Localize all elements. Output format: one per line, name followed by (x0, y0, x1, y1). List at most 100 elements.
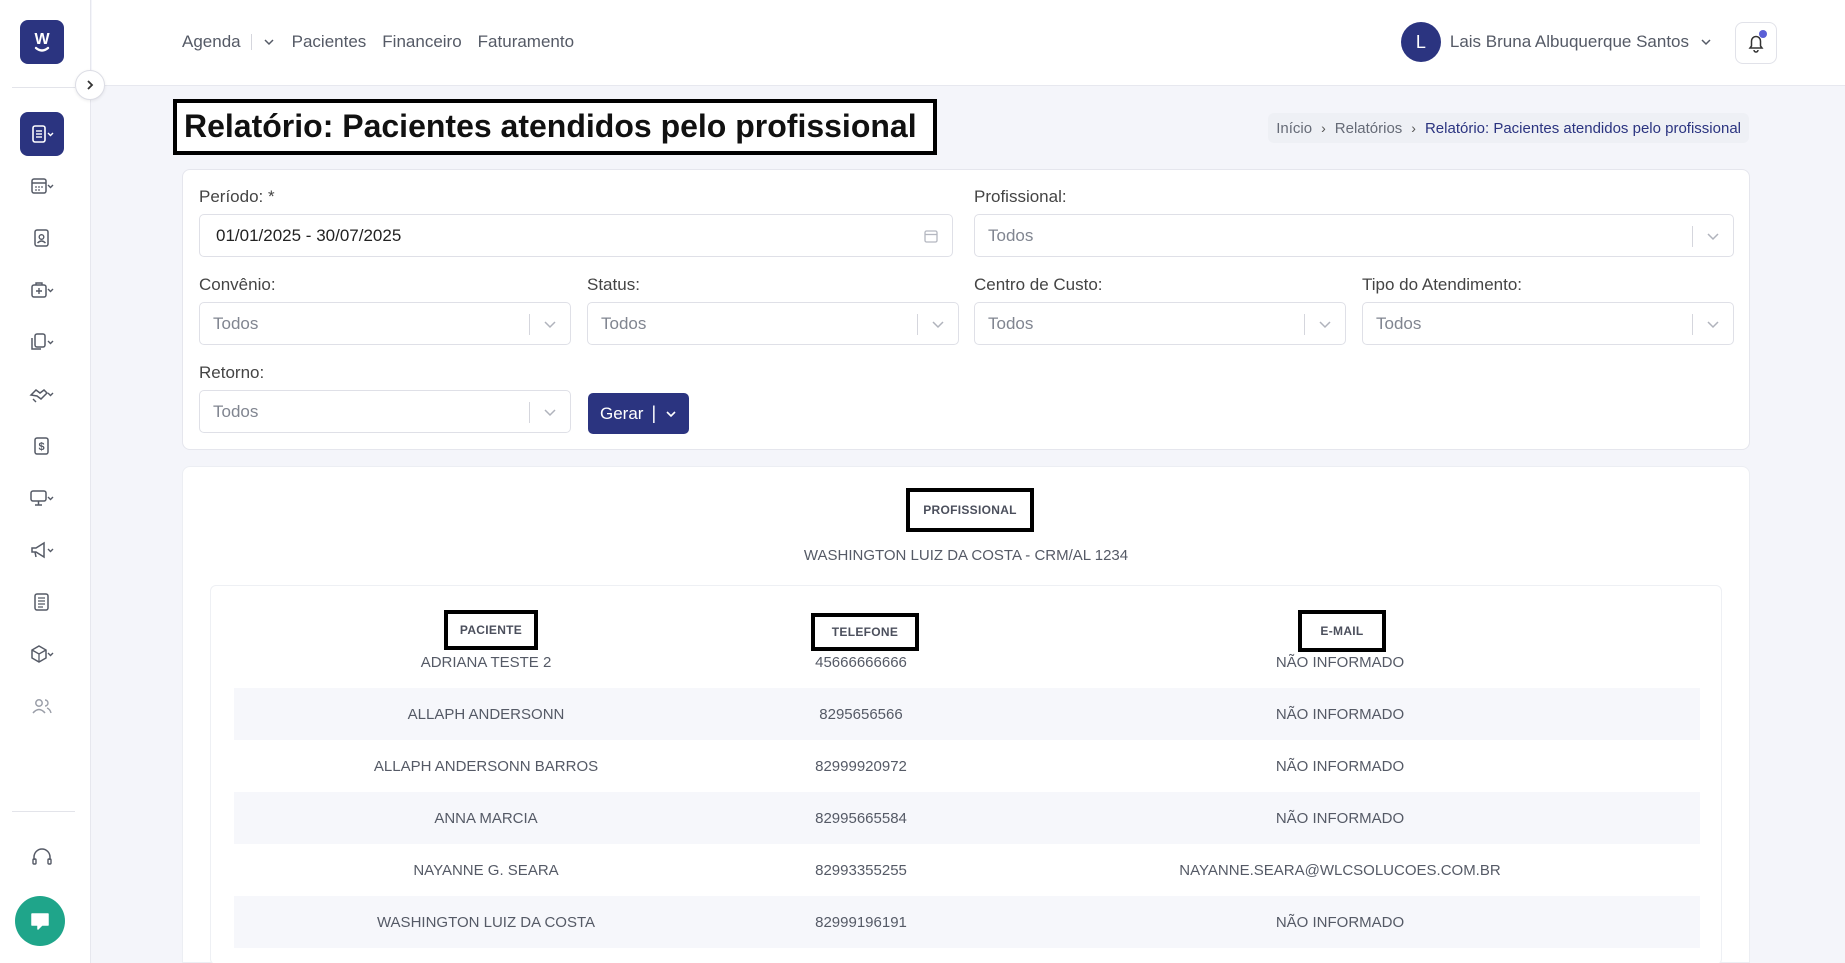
centro-custo-label: Centro de Custo: (974, 275, 1103, 294)
sidebar-toggle-button[interactable] (75, 70, 105, 100)
select-divider (917, 314, 918, 335)
sidebar: W $ (0, 0, 91, 963)
convenio-select[interactable]: Todos (199, 302, 571, 345)
select-divider (1692, 226, 1693, 247)
nav-divider (250, 34, 252, 50)
sidebar-item-calendar[interactable] (20, 164, 64, 208)
cell-email: NÃO INFORMADO (1275, 705, 1405, 723)
sidebar-item-inventory[interactable] (20, 632, 64, 676)
cell-telefone: 82999196191 (815, 913, 907, 931)
button-separator: | (651, 403, 657, 423)
convenio-label: Convênio: (199, 275, 276, 294)
select-divider (529, 402, 530, 423)
chevron-down-icon (932, 321, 944, 329)
report-icon (32, 125, 54, 143)
sidebar-item-marketing[interactable] (20, 528, 64, 572)
filter-card: Período: * 01/01/2025 - 30/07/2025 Profi… (182, 169, 1750, 450)
medical-bag-icon (31, 282, 54, 298)
breadcrumb-current: Relatório: Pacientes atendidos pelo prof… (1424, 119, 1741, 137)
chevron-down-icon[interactable] (262, 35, 276, 49)
documents-icon (31, 333, 54, 350)
breadcrumb-home[interactable]: Início (1276, 120, 1312, 137)
retorno-value: Todos (213, 401, 259, 421)
monitor-icon (30, 490, 54, 506)
chat-bubble-icon (31, 913, 49, 930)
chevron-down-icon (544, 409, 556, 417)
sidebar-item-clinic[interactable] (20, 268, 64, 312)
chat-button[interactable] (15, 896, 65, 946)
chevron-down-icon[interactable] (664, 407, 678, 421)
chevron-down-icon (1319, 321, 1331, 329)
svg-text:W: W (34, 31, 50, 48)
profissional-value: Todos (988, 225, 1034, 245)
headset-icon (32, 848, 52, 865)
cell-email: NÃO INFORMADO (1275, 653, 1405, 671)
periodo-date-range-input[interactable]: 01/01/2025 - 30/07/2025 (199, 214, 953, 257)
tipo-atendimento-select[interactable]: Todos (1362, 302, 1734, 345)
dollar-icon: $ (34, 437, 49, 455)
sidebar-item-finance[interactable]: $ (20, 424, 64, 468)
chevron-down-icon (1707, 321, 1719, 329)
retorno-select[interactable]: Todos (199, 390, 571, 433)
cell-telefone: 8295656566 (819, 705, 903, 723)
sidebar-item-agreements[interactable] (20, 372, 64, 416)
table-row: NAYANNE G. SEARA 82993355255 NAYANNE.SEA… (234, 844, 1700, 896)
user-menu[interactable]: L Lais Bruna Albuquerque Santos (1400, 22, 1713, 62)
status-label: Status: (587, 275, 640, 294)
generate-button[interactable]: Gerar | (588, 393, 689, 434)
nav-faturamento[interactable]: Faturamento (478, 32, 574, 52)
breadcrumb: Início › Relatórios › Relatório: Pacient… (1268, 113, 1749, 143)
sidebar-item-news[interactable] (20, 580, 64, 624)
cell-telefone: 82999920972 (815, 757, 907, 775)
sidebar-item-monitor[interactable] (20, 476, 64, 520)
avatar: L (1400, 22, 1441, 62)
newspaper-icon (34, 593, 49, 611)
table-row: ALLAPH ANDERSONN BARROS 82999920972 NÃO … (234, 740, 1700, 792)
top-navigation: Agenda Pacientes Financeiro Faturamento (182, 32, 590, 52)
cell-email: NÃO INFORMADO (1275, 809, 1405, 827)
cell-paciente: ANNA MARCIA (434, 809, 538, 827)
sidebar-item-documents[interactable] (20, 320, 64, 364)
sidebar-item-support[interactable] (20, 836, 64, 880)
sidebar-item-users[interactable] (20, 684, 64, 728)
retorno-label: Retorno: (199, 363, 265, 382)
nav-financeiro[interactable]: Financeiro (382, 32, 461, 52)
notification-dot (1759, 30, 1767, 38)
nav-pacientes[interactable]: Pacientes (292, 32, 367, 52)
table-row: ADRIANA TESTE 2 45666666666 NÃO INFORMAD… (234, 636, 1700, 688)
calendar-icon (31, 178, 54, 194)
sidebar-item-reports[interactable] (20, 112, 64, 156)
periodo-value: 01/01/2025 - 30/07/2025 (216, 225, 402, 245)
breadcrumb-separator-icon: › (1321, 120, 1326, 136)
cell-paciente: WASHINGTON LUIZ DA COSTA (376, 913, 596, 931)
chevron-down-icon (1701, 39, 1711, 46)
page-title: Relatório: Pacientes atendidos pelo prof… (173, 99, 937, 155)
nav-agenda[interactable]: Agenda (182, 32, 241, 52)
notifications-button[interactable] (1735, 22, 1777, 64)
chevron-down-icon (544, 321, 556, 329)
periodo-label: Período: * (199, 187, 275, 206)
top-bar: Agenda Pacientes Financeiro Faturamento … (92, 0, 1845, 86)
profissional-name: WASHINGTON LUIZ DA COSTA - CRM/AL 1234 (803, 547, 1129, 564)
svg-text:$: $ (38, 441, 44, 453)
cell-email: NÃO INFORMADO (1275, 913, 1405, 931)
cell-paciente: NAYANNE G. SEARA (413, 861, 559, 879)
breadcrumb-reports[interactable]: Relatórios (1335, 120, 1403, 137)
app-logo[interactable]: W (20, 20, 64, 64)
sidebar-item-patients[interactable] (20, 216, 64, 260)
centro-custo-select[interactable]: Todos (974, 302, 1346, 345)
cell-paciente: ADRIANA TESTE 2 (420, 653, 552, 671)
chevron-down-icon (1707, 233, 1719, 241)
handshake-icon (29, 389, 54, 403)
select-divider (529, 314, 530, 335)
profissional-header: PROFISSIONAL (906, 488, 1034, 532)
users-icon (32, 699, 52, 714)
status-select[interactable]: Todos (587, 302, 959, 345)
profissional-select[interactable]: Todos (974, 214, 1734, 257)
cell-email: NÃO INFORMADO (1275, 757, 1405, 775)
report-table: PACIENTE TELEFONE E-MAIL ADRIANA TESTE 2… (210, 585, 1722, 963)
sidebar-divider (12, 87, 75, 88)
cell-telefone: 45666666666 (815, 653, 907, 671)
sidebar-divider (12, 811, 75, 812)
generate-label: Gerar (600, 403, 644, 423)
